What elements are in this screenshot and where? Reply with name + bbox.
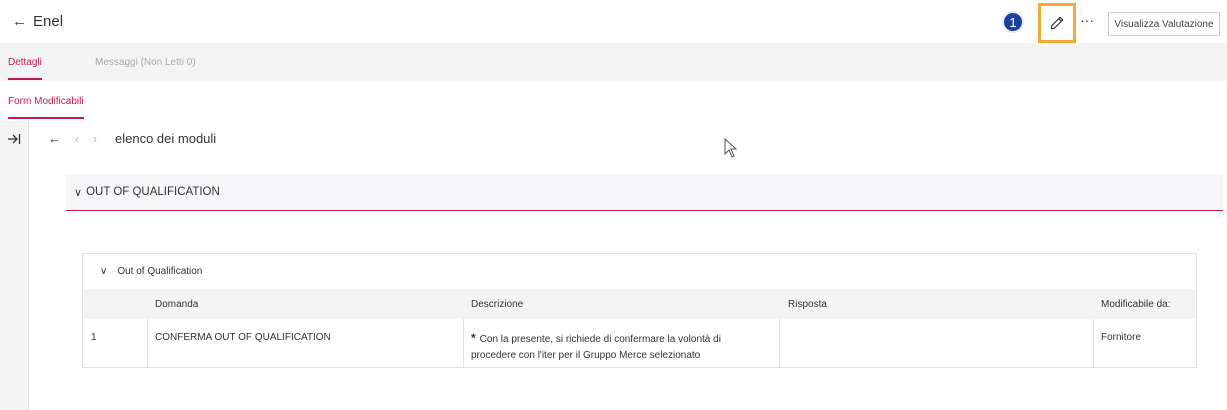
step-badge: 1 xyxy=(1002,11,1024,33)
row-domanda: CONFERMA OUT OF QUALIFICATION xyxy=(155,332,331,343)
table-row: 1 CONFERMA OUT OF QUALIFICATION * Con la … xyxy=(83,319,1196,367)
column-header-domanda: Domanda xyxy=(155,299,199,310)
tab-form-modificabili[interactable]: Form Modificabili xyxy=(8,96,84,119)
module-list-title: elenco dei moduli xyxy=(115,131,217,146)
nav-back-arrow-icon[interactable]: ← xyxy=(48,131,61,146)
column-header-modificabile: Modificabile da: xyxy=(1101,299,1171,310)
column-divider xyxy=(779,319,780,367)
module-nav: ← ‹ › elenco dei moduli xyxy=(48,131,216,146)
section-header-out-of-qualification[interactable]: ∨ OUT OF QUALIFICATION xyxy=(66,174,1223,211)
back-link[interactable]: ← Enel xyxy=(12,13,63,30)
column-header-risposta: Risposta xyxy=(788,299,827,310)
more-options-button[interactable]: ··· xyxy=(1080,12,1094,28)
column-divider xyxy=(1093,319,1094,367)
expand-panel-icon[interactable] xyxy=(7,133,21,145)
descrizione-line-1: Con la presente, si richiede di conferma… xyxy=(479,334,721,345)
nav-next-icon[interactable]: › xyxy=(93,132,97,146)
pencil-icon[interactable] xyxy=(1050,16,1064,30)
form-card: ∨ Out of Qualification Domanda Descrizio… xyxy=(82,253,1197,368)
page-title: Enel xyxy=(33,13,64,30)
subtabs-bar: Form Modificabili xyxy=(0,81,1227,121)
row-descrizione: * Con la presente, si richiede di conferm… xyxy=(471,330,771,364)
card-title: Out of Qualification xyxy=(117,266,203,277)
row-modificabile: Fornitore xyxy=(1101,332,1142,343)
tab-messaggi[interactable]: Messaggi (Non Letti 0) xyxy=(95,57,196,68)
left-rail xyxy=(0,121,29,410)
section-title: OUT OF QUALIFICATION xyxy=(86,186,220,198)
tabs-bar: Dettagli Messaggi (Non Letti 0) xyxy=(0,43,1227,81)
view-evaluation-button[interactable]: Visualizza Valutazione xyxy=(1108,12,1220,36)
chevron-down-icon[interactable]: ∨ xyxy=(100,266,107,277)
tab-dettagli[interactable]: Dettagli xyxy=(8,57,42,80)
row-number: 1 xyxy=(91,332,97,343)
table-header: Domanda Descrizione Risposta Modificabil… xyxy=(83,289,1196,319)
descrizione-line-2: procedere con l'iter per il Gruppo Merce… xyxy=(471,350,701,361)
card-header[interactable]: ∨ Out of Qualification xyxy=(100,266,202,277)
nav-prev-icon[interactable]: ‹ xyxy=(75,132,79,146)
back-arrow-icon[interactable]: ← xyxy=(12,13,27,30)
chevron-down-icon[interactable]: ∨ xyxy=(74,186,82,199)
required-asterisk: * xyxy=(471,331,476,345)
edit-button-highlight[interactable] xyxy=(1038,3,1076,43)
column-divider xyxy=(147,319,148,367)
mouse-cursor-icon xyxy=(724,138,738,158)
column-divider xyxy=(463,319,464,367)
column-header-descrizione: Descrizione xyxy=(471,299,524,310)
page-header: ← Enel 1 ··· Visualizza Valutazione xyxy=(0,0,1227,43)
